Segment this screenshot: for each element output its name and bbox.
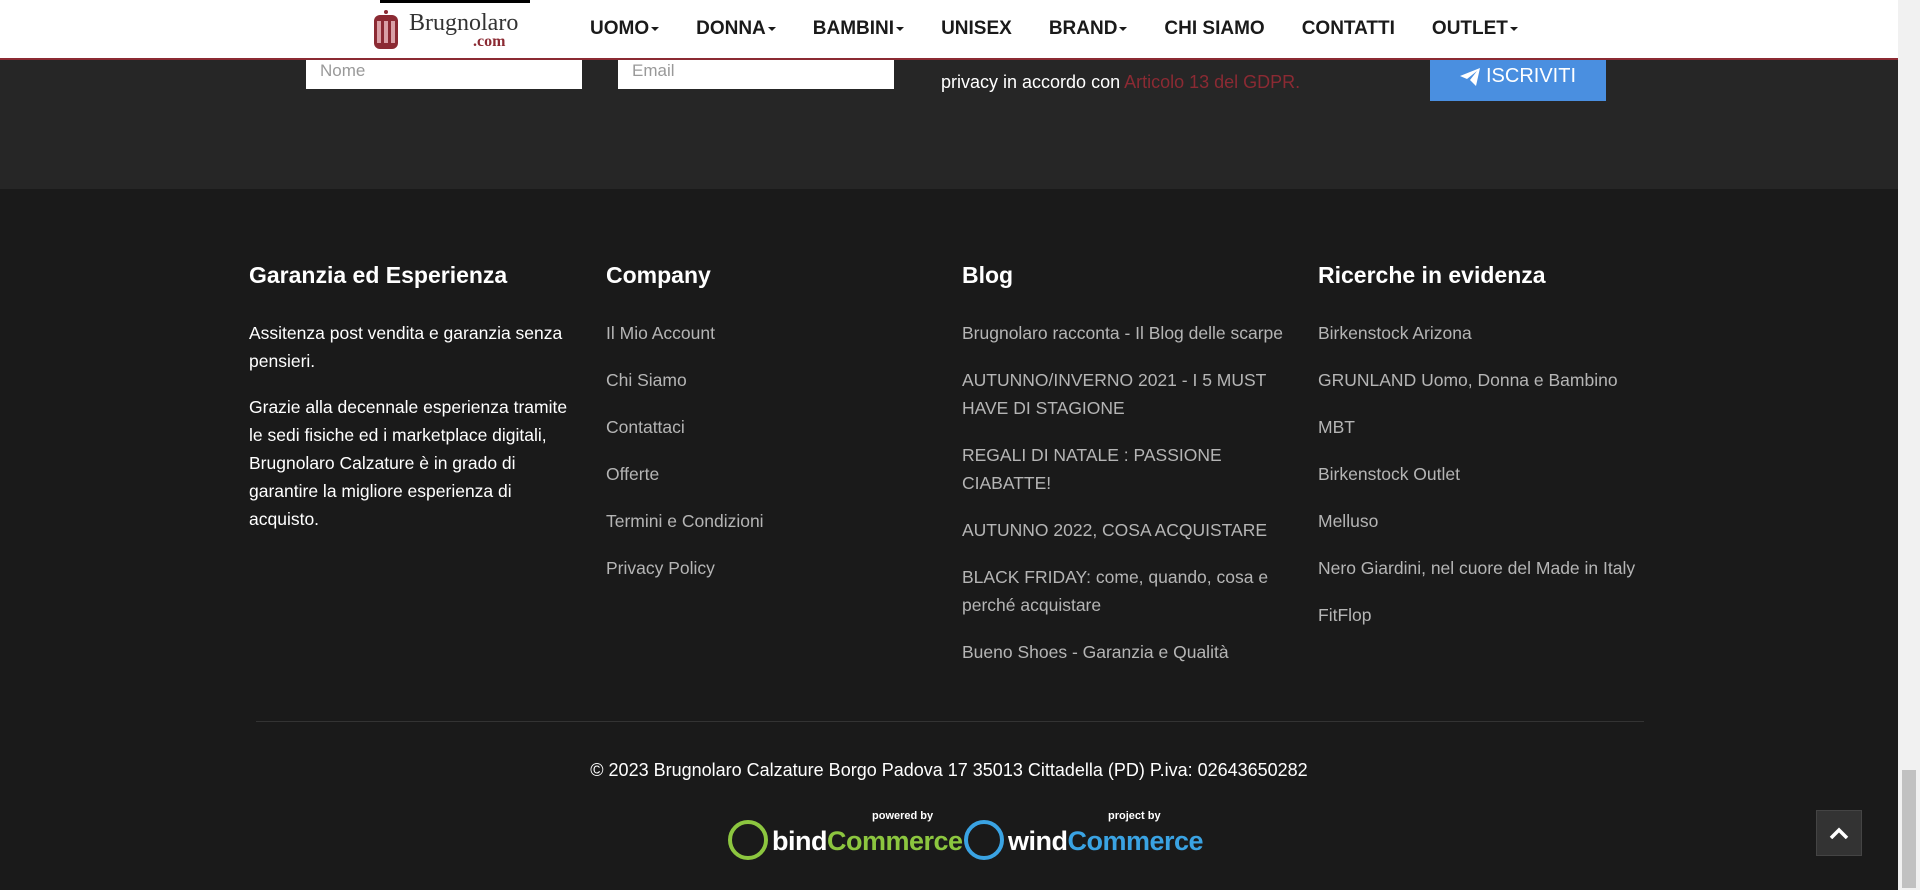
nav-item-label: BAMBINI: [812, 18, 895, 39]
nav-item-contatti[interactable]: CONTATTI: [1302, 18, 1395, 40]
nav-item-label: UOMO: [590, 18, 650, 39]
footer-link[interactable]: MBT: [1318, 413, 1663, 441]
footer-link[interactable]: Termini e Condizioni: [606, 507, 946, 535]
footer-link[interactable]: Birkenstock Outlet: [1318, 460, 1663, 488]
footer-column-title: Blog: [962, 262, 1014, 288]
badge-wordmark-a: bind: [772, 826, 827, 856]
badge-wordmark-b: Commerce: [1067, 826, 1204, 856]
footer-paragraph: Grazie alla decennale esperienza tramite…: [249, 397, 568, 529]
nav-item-label: BRAND: [1048, 18, 1118, 39]
copyright-text: © 2023 Brugnolaro Calzature Borgo Padova…: [590, 760, 1308, 780]
footer-link[interactable]: Il Mio Account: [606, 319, 946, 347]
nav-item-outlet[interactable]: OUTLET: [1432, 18, 1518, 40]
bindcommerce-badge[interactable]: powered by bindCommerce: [728, 810, 963, 860]
windcommerce-badge[interactable]: project by windCommerce: [964, 810, 1204, 860]
footer-column-title: Ricerche in evidenza: [1318, 262, 1546, 288]
cart-icon: [964, 820, 1004, 860]
footer-link[interactable]: Privacy Policy: [606, 554, 946, 582]
logo-top-bar: [380, 0, 530, 3]
blog-links: Brugnolaro racconta - Il Blog delle scar…: [962, 319, 1292, 666]
logo-domain: .com: [473, 33, 506, 50]
nav-item-label: OUTLET: [1431, 18, 1508, 39]
footer-column-featured-searches: Ricerche in evidenza Birkenstock Arizona…: [1318, 262, 1663, 648]
footer-column-company: Company Il Mio Account Chi Siamo Contatt…: [606, 262, 946, 601]
nav-item-uomo[interactable]: UOMO: [590, 18, 660, 40]
footer-link[interactable]: Offerte: [606, 460, 946, 488]
nav-item-label: UNISEX: [941, 18, 1012, 39]
badge-tagline: powered by: [872, 810, 934, 822]
footer-link[interactable]: Bueno Shoes - Garanzia e Qualità: [962, 638, 1292, 666]
nav-item-chi-siamo[interactable]: CHI SIAMO: [1164, 18, 1264, 40]
footer-link[interactable]: BLACK FRIDAY: come, quando, cosa e perch…: [962, 563, 1292, 619]
badge-wordmark-a: wind: [1008, 826, 1068, 856]
footer-link[interactable]: AUTUNNO 2022, COSA ACQUISTARE: [962, 516, 1292, 544]
caret-down-icon: [651, 27, 660, 31]
nav-item-donna[interactable]: DONNA: [696, 18, 776, 40]
logo-emblem-icon: [374, 10, 398, 49]
footer-column-title: Garanzia ed Esperienza: [249, 262, 508, 288]
scrollbar-thumb[interactable]: [1902, 770, 1916, 888]
nav-item-bambini[interactable]: BAMBINI: [812, 18, 905, 40]
brand-logo[interactable]: Brugnolaro .com: [365, 0, 565, 58]
nav-item-label: CHI SIAMO: [1164, 18, 1265, 39]
footer-link[interactable]: Melluso: [1318, 507, 1663, 535]
footer-link[interactable]: Chi Siamo: [606, 366, 946, 394]
privacy-consent-label: privacy in accordo con: [941, 72, 1121, 92]
vertical-scrollbar[interactable]: [1898, 0, 1920, 890]
footer-link[interactable]: Brugnolaro racconta - Il Blog delle scar…: [962, 319, 1292, 347]
nav-item-label: DONNA: [696, 18, 766, 39]
subscribe-button-label: ISCRIVITI: [1485, 65, 1576, 87]
footer-paragraph: Assitenza post vendita e garanzia senza …: [249, 323, 563, 371]
nav-item-brand[interactable]: BRAND: [1049, 18, 1128, 40]
footer-link[interactable]: Nero Giardini, nel cuore del Made in Ita…: [1318, 554, 1663, 582]
footer-link[interactable]: GRUNLAND Uomo, Donna e Bambino: [1318, 366, 1663, 394]
caret-down-icon: [1119, 27, 1128, 31]
footer-link[interactable]: REGALI DI NATALE : PASSIONE CIABATTE!: [962, 441, 1292, 497]
caret-down-icon: [896, 27, 905, 31]
footer-link[interactable]: AUTUNNO/INVERNO 2021 - I 5 MUST HAVE DI …: [962, 366, 1292, 422]
paper-plane-icon: [1459, 67, 1480, 86]
footer-column-blog: Blog Brugnolaro racconta - Il Blog delle…: [962, 262, 1292, 685]
footer-column-title: Company: [606, 262, 711, 288]
footer-link[interactable]: Contattaci: [606, 413, 946, 441]
featured-search-links: Birkenstock Arizona GRUNLAND Uomo, Donna…: [1318, 319, 1663, 629]
badge-tagline: project by: [1108, 810, 1161, 822]
nav-item-label: CONTATTI: [1301, 18, 1395, 39]
nav-item-unisex[interactable]: UNISEX: [941, 18, 1012, 40]
cart-icon: [728, 820, 768, 860]
footer-link[interactable]: FitFlop: [1318, 601, 1663, 629]
chevron-up-icon: [1829, 827, 1849, 839]
gdpr-article-link[interactable]: Articolo 13 del GDPR.: [1124, 72, 1300, 92]
top-navigation-bar: Brugnolaro .com UOMO DONNA BAMBINI UNISE…: [0, 0, 1898, 60]
privacy-consent-text: privacy in accordo con Articolo 13 del G…: [941, 72, 1300, 93]
badge-wordmark: bindCommerce: [772, 826, 963, 857]
footer-column-guarantee: Garanzia ed Esperienza Assitenza post ve…: [249, 262, 584, 551]
caret-down-icon: [767, 27, 776, 31]
back-to-top-button[interactable]: [1816, 810, 1862, 856]
footer-divider: [256, 721, 1644, 722]
company-links: Il Mio Account Chi Siamo Contattaci Offe…: [606, 319, 946, 582]
footer-link[interactable]: Birkenstock Arizona: [1318, 319, 1663, 347]
badge-wordmark: windCommerce: [1008, 826, 1204, 857]
caret-down-icon: [1509, 27, 1518, 31]
badge-wordmark-b: Commerce: [826, 826, 963, 856]
main-menu: UOMO DONNA BAMBINI UNISEX BRAND CHI SIAM…: [590, 0, 1555, 58]
